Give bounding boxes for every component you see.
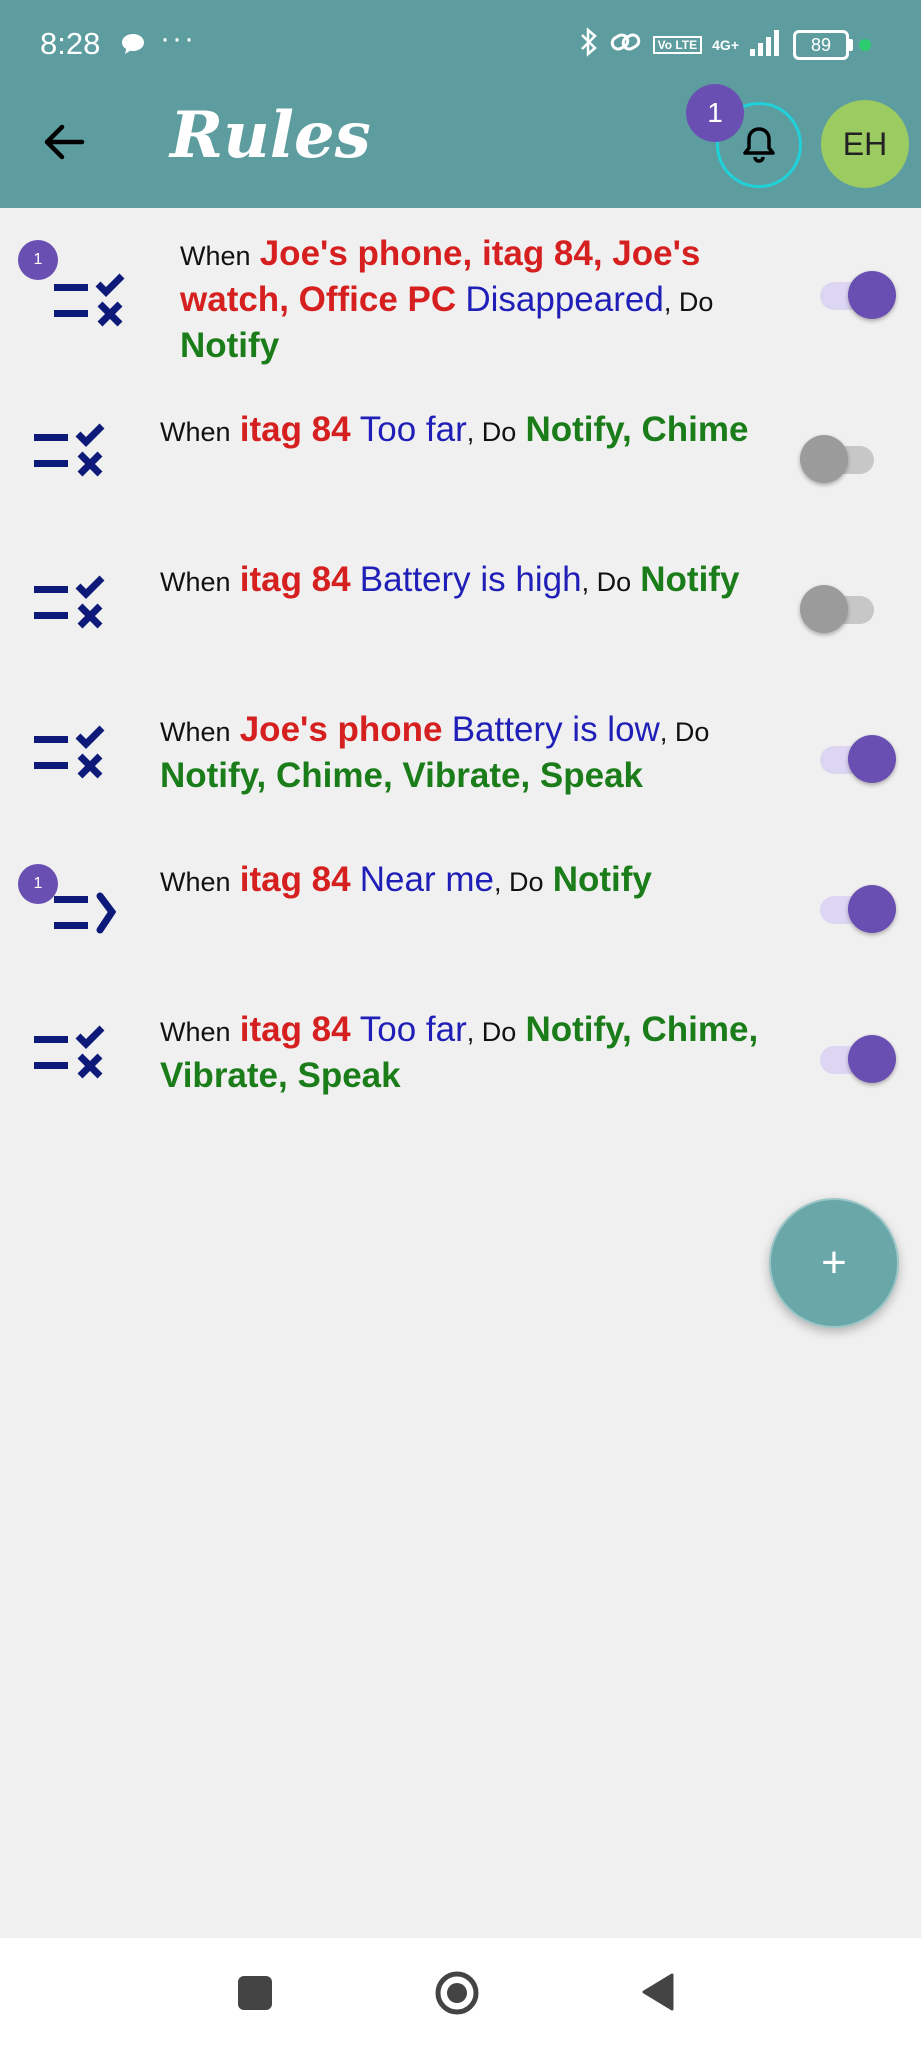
network-type: 4G+ [712,38,739,52]
battery-level: 89 [810,34,832,55]
rule-enabled-toggle[interactable] [820,268,900,324]
rule-check-icon [30,418,114,493]
toggle-knob [800,585,848,633]
rule-text: When Joe's phone Battery is low, Do Noti… [160,708,780,798]
privacy-dot-icon [859,38,871,51]
rule-check-icon [50,268,134,343]
rule-when-label: When [180,241,251,271]
rule-do-label: , Do [581,567,632,597]
rule-devices: itag 84 [239,860,351,899]
rule-enabled-toggle[interactable] [800,582,884,638]
rule-enabled-toggle[interactable] [800,432,884,488]
rule-devices: itag 84 [239,410,351,449]
rule-actions: Notify [180,326,280,365]
rule-text: When itag 84 Too far, Do Notify, Chime [160,408,780,454]
rule-enabled-toggle[interactable] [820,882,900,938]
triangle-back-icon [642,1973,674,2011]
rule-enabled-toggle[interactable] [820,732,900,788]
battery-icon: 89 [793,29,853,60]
chat-bubble-icon [120,32,146,61]
rule-devices: Joe's phone [239,710,443,749]
status-icons: Vo LTE 4G+ 89 [579,26,871,63]
rule-item[interactable]: When itag 84 Battery is high, Do Notify [0,548,921,658]
rule-devices: itag 84 [239,560,351,599]
rule-devices: itag 84 [239,1010,351,1049]
rule-condition: Battery is low [451,710,660,749]
rule-do-label: , Do [659,717,710,747]
rule-enabled-toggle[interactable] [820,1032,900,1088]
rule-arrow-icon [50,884,134,959]
rule-check-icon [30,720,114,795]
rule-check-icon [30,570,114,645]
link-icon [609,28,643,61]
rule-condition: Disappeared [465,280,664,319]
plus-icon: + [821,1238,847,1287]
volte-icon: Vo LTE [652,35,703,54]
rule-check-icon [30,1020,114,1095]
avatar[interactable]: EH [821,100,909,188]
toggle-knob [848,885,896,933]
status-time: 8:28 [40,26,101,61]
arrow-left-icon [44,124,85,160]
back-button[interactable] [34,112,94,172]
rule-do-label: , Do [466,417,517,447]
rule-text: When itag 84 Too far, Do Notify, Chime, … [160,1008,780,1098]
rule-text: When itag 84 Near me, Do Notify [160,858,780,904]
rule-when-label: When [160,1017,231,1047]
rule-do-label: , Do [494,867,544,897]
rule-when-label: When [160,717,231,747]
rule-condition: Near me [359,860,494,899]
recents-button[interactable] [238,1976,272,2010]
rule-text: When Joe's phone, itag 84, Joe's watch, … [180,232,800,368]
rule-when-label: When [160,417,231,447]
rule-item[interactable]: When itag 84 Too far, Do Notify, Chime [0,398,921,508]
more-notifications-icon: ··· [160,22,196,55]
rule-when-label: When [160,867,231,897]
rule-actions: Notify, Chime, Vibrate, Speak [160,756,644,795]
toggle-knob [848,271,896,319]
network-label: 4G+ [712,36,739,53]
toggle-knob [848,1035,896,1083]
rule-do-label: , Do [466,1017,517,1047]
notification-count-badge: 1 [686,84,744,142]
add-rule-button[interactable]: + [769,1198,899,1328]
system-back-button[interactable] [640,1972,676,2012]
signal-icon [749,27,783,62]
rule-actions: Notify [640,560,740,599]
rule-item[interactable]: 1 When itag 84 Near me, Do Notify [0,848,921,958]
app-bar: 8:28 ··· Vo LTE 4G+ 89 Rules 1 EH [0,0,921,208]
rule-item[interactable]: 1 When Joe's phone, itag 84, Joe's watch… [0,228,921,368]
bluetooth-icon [579,26,599,63]
toggle-knob [848,735,896,783]
status-bar: 8:28 ··· Vo LTE 4G+ 89 [0,0,921,92]
rule-when-label: When [160,567,231,597]
rule-actions: Notify, Chime [525,410,749,449]
rule-item[interactable]: When itag 84 Too far, Do Notify, Chime, … [0,998,921,1108]
toggle-knob [800,435,848,483]
bell-icon [743,127,775,163]
rule-condition: Battery is high [359,560,582,599]
rule-item[interactable]: When Joe's phone Battery is low, Do Noti… [0,698,921,808]
page-title: Rules [170,98,371,173]
rule-do-label: , Do [663,287,714,317]
rule-condition: Too far [359,1010,467,1049]
rule-actions: Notify [552,860,652,899]
home-circle-icon [435,1971,479,2015]
home-button[interactable] [434,1970,480,2016]
rule-condition: Too far [359,410,467,449]
rule-text: When itag 84 Battery is high, Do Notify [160,558,800,604]
